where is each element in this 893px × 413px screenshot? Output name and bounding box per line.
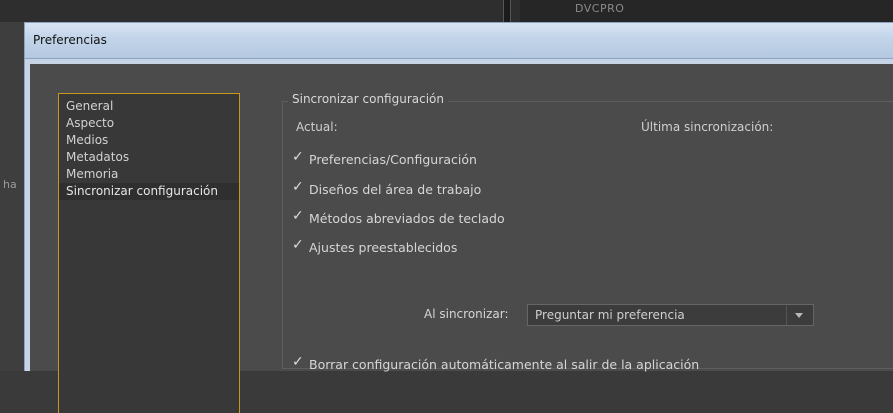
workspace-layouts-option-label: Diseños del área de trabajo — [309, 181, 482, 197]
nav-item-aspecto[interactable]: Aspecto — [59, 115, 239, 132]
nav-item-general[interactable]: General — [59, 98, 239, 115]
check-icon: ✓ — [292, 179, 304, 195]
check-icon: ✓ — [292, 237, 304, 253]
on-sync-label: Al sincronizar: — [424, 307, 509, 321]
presets-option-label: Ajustes preestablecidos — [309, 239, 458, 255]
dialog-content: General Aspecto Medios Metadatos Memoria… — [30, 64, 893, 413]
chevron-down-icon — [795, 313, 803, 318]
background-panel-text: DVCPRO — [575, 2, 625, 15]
sync-settings-group — [282, 101, 893, 369]
background-left-text: ha — [3, 178, 17, 191]
on-sync-dropdown[interactable]: Preguntar mi preferencia — [527, 304, 814, 326]
keyboard-shortcuts-checkbox[interactable]: ✓ — [292, 208, 305, 224]
check-icon: ✓ — [292, 208, 304, 224]
clear-on-exit-label: Borrar configuración automáticamente al … — [309, 356, 700, 372]
preferences-option-label: Preferencias/Configuración — [309, 151, 477, 167]
dropdown-arrow-button[interactable] — [786, 305, 813, 325]
option-workspace-layouts[interactable]: ✓ Diseños del área de trabajo — [292, 179, 482, 198]
clear-on-exit-checkbox[interactable]: ✓ — [292, 354, 305, 370]
nav-item-memoria[interactable]: Memoria — [59, 166, 239, 183]
keyboard-shortcuts-option-label: Métodos abreviados de teclado — [309, 210, 505, 226]
option-clear-on-exit[interactable]: ✓ Borrar configuración automáticamente a… — [292, 354, 700, 373]
sync-settings-group-title: Sincronizar configuración — [288, 92, 448, 106]
nav-item-medios[interactable]: Medios — [59, 132, 239, 149]
dialog-titlebar[interactable]: Preferencias — [25, 23, 893, 59]
check-icon: ✓ — [292, 354, 304, 370]
preferences-checkbox[interactable]: ✓ — [292, 149, 305, 165]
background-left-strip — [0, 22, 24, 371]
workspace-layouts-checkbox[interactable]: ✓ — [292, 179, 305, 195]
preferences-dialog: Preferencias General Aspecto Medios Meta… — [24, 22, 893, 413]
option-presets[interactable]: ✓ Ajustes preestablecidos — [292, 237, 458, 256]
nav-item-sincronizar-configuracion[interactable]: Sincronizar configuración — [59, 183, 239, 200]
option-keyboard-shortcuts[interactable]: ✓ Métodos abreviados de teclado — [292, 208, 505, 227]
option-preferences-settings[interactable]: ✓ Preferencias/Configuración — [292, 149, 477, 168]
presets-checkbox[interactable]: ✓ — [292, 237, 305, 253]
last-sync-label: Última sincronización: — [641, 120, 774, 134]
check-icon: ✓ — [292, 149, 304, 165]
dialog-frame: General Aspecto Medios Metadatos Memoria… — [25, 59, 893, 413]
background-splitter — [503, 0, 511, 22]
dialog-title: Preferencias — [33, 33, 107, 47]
preferences-category-list[interactable]: General Aspecto Medios Metadatos Memoria… — [58, 93, 240, 413]
current-label: Actual: — [296, 120, 338, 134]
on-sync-dropdown-value: Preguntar mi preferencia — [535, 308, 685, 322]
nav-item-metadatos[interactable]: Metadatos — [59, 149, 239, 166]
